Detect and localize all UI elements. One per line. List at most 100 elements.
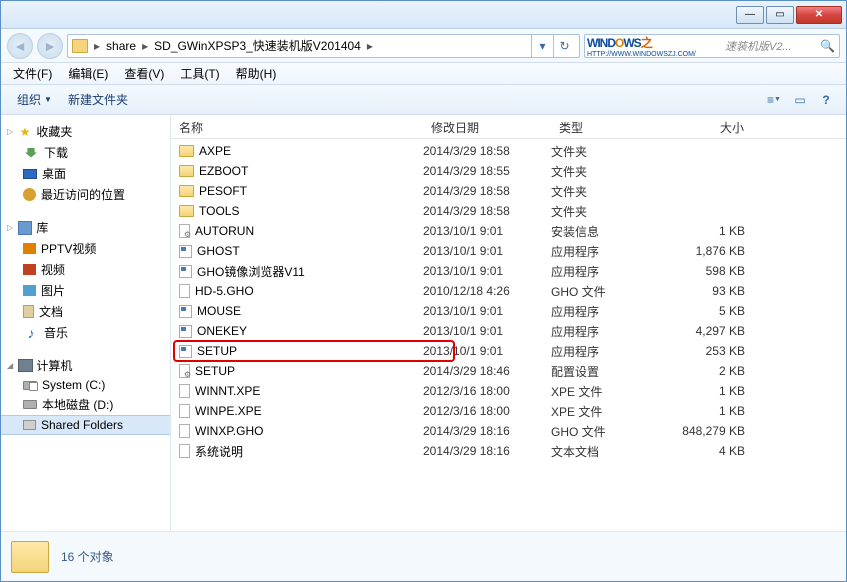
file-name: 系统说明 bbox=[195, 443, 243, 460]
file-date: 2014/3/29 18:55 bbox=[423, 164, 551, 178]
forward-button[interactable]: ► bbox=[37, 33, 63, 59]
file-row[interactable]: WINNT.XPE2012/3/16 18:00XPE 文件1 KB bbox=[171, 381, 846, 401]
watermark-url: HTTP://WWW.WINDOWSZJ.COM/ bbox=[587, 51, 696, 58]
folder-icon bbox=[179, 145, 194, 157]
file-date: 2013/10/1 9:01 bbox=[423, 264, 551, 278]
file-date: 2014/3/29 18:16 bbox=[423, 424, 551, 438]
folder-icon bbox=[179, 185, 194, 197]
file-name: ONEKEY bbox=[197, 324, 247, 338]
file-row[interactable]: WINPE.XPE2012/3/16 18:00XPE 文件1 KB bbox=[171, 401, 846, 421]
help-button[interactable]: ? bbox=[814, 89, 838, 111]
col-type[interactable]: 类型 bbox=[551, 115, 655, 138]
exe-icon bbox=[179, 245, 192, 258]
file-icon bbox=[179, 444, 190, 458]
breadcrumb-sep[interactable]: ▸ bbox=[365, 39, 375, 53]
file-type: GHO 文件 bbox=[551, 283, 655, 300]
file-name: WINXP.GHO bbox=[195, 424, 263, 438]
file-type: 应用程序 bbox=[551, 263, 655, 280]
file-row[interactable]: 系统说明2014/3/29 18:16文本文档4 KB bbox=[171, 441, 846, 461]
menu-tools[interactable]: 工具(T) bbox=[172, 63, 227, 84]
address-bar[interactable]: ▸ share ▸ SD_GWinXPSP3_快速装机版V201404 ▸ ▾ … bbox=[67, 34, 580, 58]
file-size: 598 KB bbox=[655, 264, 775, 278]
close-button[interactable]: ✕ bbox=[796, 6, 842, 24]
sidebar-pptv[interactable]: PPTV视频 bbox=[1, 238, 170, 259]
view-options-button[interactable]: ≡ ▼ bbox=[762, 89, 786, 111]
file-type: 应用程序 bbox=[551, 303, 655, 320]
exe-icon bbox=[179, 305, 192, 318]
sidebar-drive-c[interactable]: System (C:) bbox=[1, 376, 170, 394]
sidebar-computer[interactable]: ◢ 计算机 bbox=[1, 355, 170, 376]
menu-file[interactable]: 文件(F) bbox=[5, 63, 60, 84]
sidebar-shared-folders[interactable]: Shared Folders bbox=[1, 415, 170, 435]
file-row[interactable]: GHOST2013/10/1 9:01应用程序1,876 KB bbox=[171, 241, 846, 261]
col-size[interactable]: 大小 bbox=[655, 115, 775, 138]
file-row[interactable]: TOOLS2014/3/29 18:58文件夹 bbox=[171, 201, 846, 221]
organize-button[interactable]: 组织▼ bbox=[9, 88, 60, 111]
file-size: 848,279 KB bbox=[655, 424, 775, 438]
file-row[interactable]: GHO镜像浏览器V112013/10/1 9:01应用程序598 KB bbox=[171, 261, 846, 281]
sidebar-drive-d[interactable]: 本地磁盘 (D:) bbox=[1, 394, 170, 415]
file-row[interactable]: SETUP2013/10/1 9:01应用程序253 KB bbox=[171, 341, 846, 361]
maximize-button[interactable]: ▭ bbox=[766, 6, 794, 24]
file-date: 2014/3/29 18:58 bbox=[423, 144, 551, 158]
folder-icon bbox=[179, 165, 194, 177]
file-size: 1 KB bbox=[655, 404, 775, 418]
folder-icon bbox=[179, 205, 194, 217]
file-date: 2014/3/29 18:58 bbox=[423, 184, 551, 198]
file-row[interactable]: SETUP2014/3/29 18:46配置设置2 KB bbox=[171, 361, 846, 381]
file-date: 2010/12/18 4:26 bbox=[423, 284, 551, 298]
exe-icon bbox=[179, 325, 192, 338]
file-row[interactable]: AUTORUN2013/10/1 9:01安装信息1 KB bbox=[171, 221, 846, 241]
search-box[interactable]: WINDOWS之 HTTP://WWW.WINDOWSZJ.COM/ 速装机版V… bbox=[584, 34, 840, 58]
minimize-button[interactable]: — bbox=[736, 6, 764, 24]
file-name: PESOFT bbox=[199, 184, 247, 198]
search-icon[interactable]: 🔍 bbox=[820, 39, 835, 53]
file-name: AUTORUN bbox=[195, 224, 254, 238]
ini-icon bbox=[179, 364, 190, 378]
sidebar-favorites[interactable]: ▷★ 收藏夹 bbox=[1, 121, 170, 142]
file-size: 1,876 KB bbox=[655, 244, 775, 258]
breadcrumb-folder[interactable]: SD_GWinXPSP3_快速装机版V201404 bbox=[150, 37, 365, 54]
file-list[interactable]: AXPE2014/3/29 18:58文件夹EZBOOT2014/3/29 18… bbox=[171, 139, 846, 531]
file-date: 2013/10/1 9:01 bbox=[423, 224, 551, 238]
file-row[interactable]: MOUSE2013/10/1 9:01应用程序5 KB bbox=[171, 301, 846, 321]
file-icon bbox=[179, 404, 190, 418]
breadcrumb-share[interactable]: share bbox=[102, 39, 140, 53]
exe-icon bbox=[179, 345, 192, 358]
sidebar-downloads[interactable]: 下载 bbox=[1, 142, 170, 163]
sidebar-video[interactable]: 视频 bbox=[1, 259, 170, 280]
file-date: 2013/10/1 9:01 bbox=[423, 324, 551, 338]
file-date: 2014/3/29 18:58 bbox=[423, 204, 551, 218]
preview-pane-button[interactable]: ▭ bbox=[788, 89, 812, 111]
back-button[interactable]: ◄ bbox=[7, 33, 33, 59]
menu-edit[interactable]: 编辑(E) bbox=[60, 63, 116, 84]
file-row[interactable]: PESOFT 2014/3/29 18:58文件夹 bbox=[171, 181, 846, 201]
search-placeholder: 速装机版V2... bbox=[725, 38, 792, 54]
sidebar-desktop[interactable]: 桌面 bbox=[1, 163, 170, 184]
file-type: XPE 文件 bbox=[551, 383, 655, 400]
dropdown-icon[interactable]: ▾ bbox=[531, 35, 553, 57]
file-type: 文件夹 bbox=[551, 183, 655, 200]
breadcrumb-sep[interactable]: ▸ bbox=[92, 39, 102, 53]
breadcrumb-sep[interactable]: ▸ bbox=[140, 39, 150, 53]
file-name: SETUP bbox=[195, 364, 235, 378]
sidebar-recent[interactable]: 最近访问的位置 bbox=[1, 184, 170, 205]
file-row[interactable]: WINXP.GHO2014/3/29 18:16GHO 文件848,279 KB bbox=[171, 421, 846, 441]
refresh-icon[interactable]: ↻ bbox=[553, 35, 575, 57]
new-folder-button[interactable]: 新建文件夹 bbox=[60, 88, 136, 111]
sidebar-music[interactable]: ♪音乐 bbox=[1, 322, 170, 343]
file-name: AXPE bbox=[199, 144, 231, 158]
file-row[interactable]: HD-5.GHO2010/12/18 4:26GHO 文件93 KB bbox=[171, 281, 846, 301]
menu-help[interactable]: 帮助(H) bbox=[228, 63, 285, 84]
file-row[interactable]: AXPE2014/3/29 18:58文件夹 bbox=[171, 141, 846, 161]
sidebar-libraries[interactable]: ▷ 库 bbox=[1, 217, 170, 238]
file-size: 1 KB bbox=[655, 224, 775, 238]
menu-view[interactable]: 查看(V) bbox=[116, 63, 172, 84]
col-date[interactable]: 修改日期 bbox=[423, 115, 551, 138]
col-name[interactable]: 名称 bbox=[171, 115, 423, 138]
file-row[interactable]: ONEKEY2013/10/1 9:01应用程序4,297 KB bbox=[171, 321, 846, 341]
file-row[interactable]: EZBOOT2014/3/29 18:55文件夹 bbox=[171, 161, 846, 181]
sidebar-documents[interactable]: 文档 bbox=[1, 301, 170, 322]
file-name: HD-5.GHO bbox=[195, 284, 254, 298]
sidebar-pictures[interactable]: 图片 bbox=[1, 280, 170, 301]
